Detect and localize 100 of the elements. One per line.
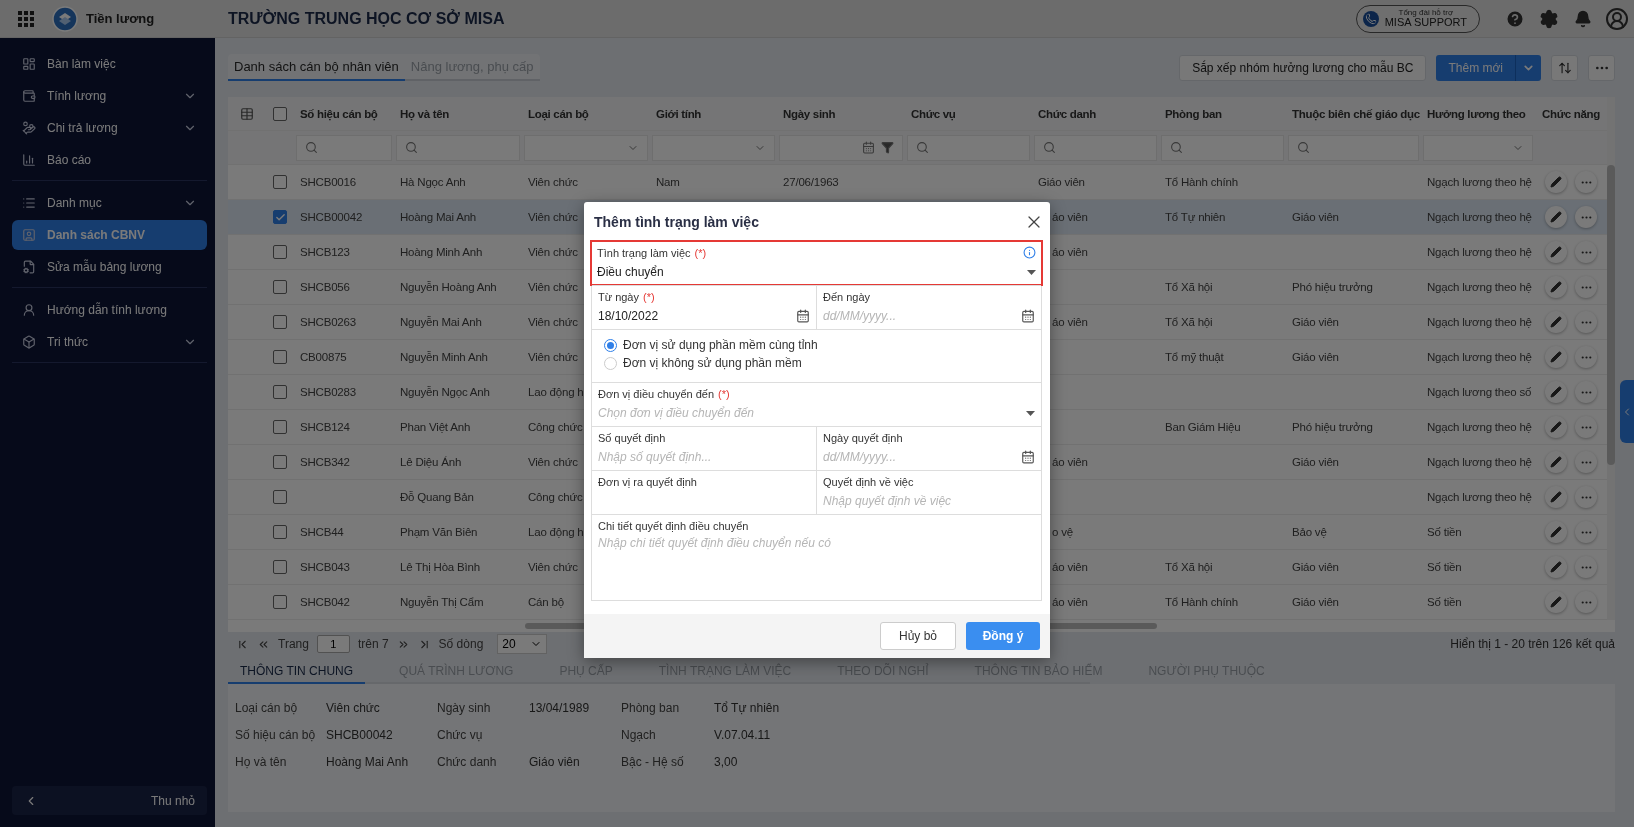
checkbox[interactable]: [273, 175, 287, 189]
confirm-button[interactable]: Đồng ý: [966, 622, 1040, 650]
row-more-button[interactable]: [1575, 171, 1597, 193]
filter-field[interactable]: [1161, 134, 1284, 161]
filter-field[interactable]: [907, 134, 1030, 161]
row-more-button[interactable]: [1575, 381, 1597, 403]
app-grid-icon[interactable]: [18, 10, 34, 27]
checkbox[interactable]: [273, 420, 287, 434]
filter-field[interactable]: [1288, 134, 1419, 161]
row-more-button[interactable]: [1575, 591, 1597, 613]
filter-icon[interactable]: [881, 141, 894, 154]
filter-field[interactable]: [396, 134, 520, 161]
dropdown-field[interactable]: Chọn đơn vị điều chuyển đến: [598, 404, 1022, 422]
tab[interactable]: Danh sách cán bộ nhân viên: [228, 54, 405, 81]
text-field[interactable]: Nhập số quyết định...: [598, 448, 810, 466]
sidebar-item[interactable]: Tính lương: [12, 81, 207, 111]
date-filter-field[interactable]: [779, 134, 903, 161]
column-header[interactable]: Chức danh: [1038, 107, 1097, 120]
date-field[interactable]: dd/MM/yyyy...: [823, 448, 1017, 466]
filter-field[interactable]: [296, 134, 392, 161]
cancel-button[interactable]: Hủy bỏ: [880, 622, 956, 650]
checkbox[interactable]: [273, 455, 287, 469]
row-more-button[interactable]: [1575, 451, 1597, 473]
add-menu-button[interactable]: [1515, 55, 1541, 81]
table-cell: Ngạch lương theo hệ: [1427, 246, 1532, 258]
sidebar-item[interactable]: Bàn làm việc: [12, 49, 207, 79]
edit-button[interactable]: [1545, 486, 1567, 508]
edit-button[interactable]: [1545, 451, 1567, 473]
row-more-button[interactable]: [1575, 206, 1597, 228]
calendar-icon[interactable]: [796, 309, 810, 323]
checkbox[interactable]: [273, 245, 287, 259]
checkbox[interactable]: [273, 560, 287, 574]
edit-button[interactable]: [1545, 591, 1567, 613]
sidebar-item[interactable]: Báo cáo: [12, 145, 207, 175]
row-more-button[interactable]: [1575, 521, 1597, 543]
checkbox[interactable]: [273, 350, 287, 364]
text-field[interactable]: Nhập quyết định về việc: [823, 492, 1035, 510]
edit-button[interactable]: [1545, 416, 1567, 438]
calendar-icon[interactable]: [1021, 309, 1035, 323]
date-field[interactable]: dd/MM/yyyy...: [823, 307, 1017, 325]
sidebar-item[interactable]: Chi trả lương: [12, 113, 207, 143]
pencil-icon: [1550, 491, 1562, 503]
sidebar-item[interactable]: Danh mục: [12, 188, 207, 218]
checkbox[interactable]: [273, 280, 287, 294]
column-header[interactable]: Ngày sinh: [783, 107, 836, 120]
pencil-icon: [1550, 456, 1562, 468]
rows-per-page-dropdown[interactable]: 20: [497, 634, 548, 654]
table-cell: Số tiền: [1427, 561, 1462, 573]
edit-button[interactable]: [1545, 556, 1567, 578]
edit-button[interactable]: [1545, 206, 1567, 228]
sort-groups-button[interactable]: Sắp xếp nhóm hưởng lương cho mẫu BC: [1179, 55, 1427, 81]
user-icon: [1605, 6, 1629, 31]
column-header[interactable]: Chức vụ: [911, 107, 956, 120]
edit-button[interactable]: [1545, 311, 1567, 333]
row-more-button[interactable]: [1575, 556, 1597, 578]
add-button[interactable]: Thêm mới: [1436, 55, 1515, 81]
column-layout-icon[interactable]: [240, 106, 254, 121]
checkbox[interactable]: [273, 525, 287, 539]
column-header[interactable]: Giới tính: [656, 107, 702, 120]
edit-button[interactable]: [1545, 276, 1567, 298]
page-field[interactable]: 1: [316, 635, 350, 653]
row-more-button[interactable]: [1575, 276, 1597, 298]
checkbox[interactable]: [273, 385, 287, 399]
column-header[interactable]: Số hiệu cán bộ: [300, 107, 378, 120]
column-header[interactable]: Thuộc biên chế giáo dục: [1292, 107, 1420, 120]
checkbox[interactable]: [273, 315, 287, 329]
column-header[interactable]: Hưởng lương theo: [1427, 107, 1526, 120]
more-button[interactable]: [1588, 55, 1615, 81]
support-button[interactable]: Tổng đài hỗ trợ MISA SUPPORT: [1355, 4, 1480, 33]
sidebar-item[interactable]: Hướng dẫn tính lương: [12, 295, 207, 325]
collapse-handle[interactable]: [1620, 380, 1634, 443]
filter-field[interactable]: [1034, 134, 1157, 161]
dropdown-field[interactable]: Điều chuyển: [597, 263, 1023, 281]
edit-button[interactable]: [1545, 346, 1567, 368]
sort-button[interactable]: [1551, 55, 1578, 81]
checkbox[interactable]: [273, 106, 287, 121]
date-field[interactable]: 18/10/2022: [598, 307, 792, 325]
column-header[interactable]: Loại cán bộ: [528, 107, 589, 120]
checkbox[interactable]: [273, 595, 287, 609]
row-more-button[interactable]: [1575, 486, 1597, 508]
scrollbar[interactable]: [1607, 97, 1615, 620]
row-more-button[interactable]: [1575, 311, 1597, 333]
checkbox[interactable]: [273, 210, 287, 224]
sidebar-item[interactable]: Sửa mẫu bảng lương: [12, 252, 207, 282]
radio-option[interactable]: Đơn vị không sử dụng phần mềm: [604, 356, 818, 370]
sidebar-item[interactable]: Danh sách CBNV: [12, 220, 207, 250]
edit-button[interactable]: [1545, 521, 1567, 543]
edit-button[interactable]: [1545, 171, 1567, 193]
row-more-button[interactable]: [1575, 416, 1597, 438]
column-header[interactable]: Họ và tên: [400, 107, 450, 120]
edit-button[interactable]: [1545, 381, 1567, 403]
radio-option[interactable]: Đơn vị sử dụng phần mềm cùng tỉnh: [604, 338, 818, 352]
row-more-button[interactable]: [1575, 346, 1597, 368]
collapse-button[interactable]: Thu nhỏ: [12, 786, 207, 815]
calendar-icon[interactable]: [1021, 450, 1035, 464]
edit-button[interactable]: [1545, 241, 1567, 263]
sidebar-item[interactable]: Tri thức: [12, 327, 207, 357]
checkbox[interactable]: [273, 490, 287, 504]
row-more-button[interactable]: [1575, 241, 1597, 263]
column-header[interactable]: Phòng ban: [1165, 107, 1222, 120]
